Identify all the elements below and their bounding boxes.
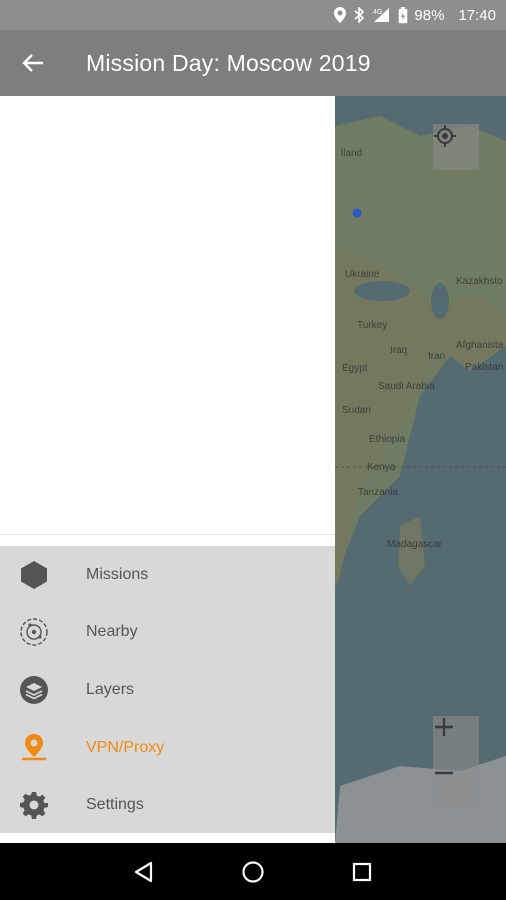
menu-item-layers[interactable]: Layers <box>0 661 335 719</box>
app-bar: Mission Day: Moscow 2019 <box>0 30 506 96</box>
battery-percentage: 98% <box>414 6 445 24</box>
recents-square-icon <box>352 862 371 881</box>
layers-icon <box>17 673 51 707</box>
map-label: Madagascar <box>387 539 443 550</box>
menu-item-label: Nearby <box>86 623 138 641</box>
map-label: Afghanista <box>456 340 504 351</box>
home-circle-icon <box>242 860 264 883</box>
gear-icon <box>17 788 51 822</box>
menu-item-label: Layers <box>86 680 135 698</box>
system-navigation-bar <box>0 843 506 900</box>
map-label: Ukraine <box>345 269 380 280</box>
map-label: Kazakhsto <box>456 276 503 287</box>
menu-item-missions[interactable]: Missions <box>0 546 335 604</box>
map-label: Kenya <box>367 462 396 473</box>
menu-item-label: VPN/Proxy <box>86 738 165 756</box>
map-label: Saudi Arabia <box>378 381 435 392</box>
battery-icon <box>398 6 408 24</box>
map-label: Egypt <box>342 363 368 374</box>
nearby-icon <box>17 615 51 649</box>
back-button[interactable] <box>0 30 66 96</box>
nav-recents-button[interactable] <box>342 852 382 892</box>
menu-item-settings[interactable]: Settings <box>0 776 335 834</box>
menu-item-label: Missions <box>86 565 149 583</box>
minus-icon <box>435 771 453 775</box>
menu-item-nearby[interactable]: Nearby <box>0 604 335 662</box>
signal-icon: 4G <box>372 7 390 23</box>
navigation-drawer: Missions Nearby Layers VPN/Proxy Setting… <box>0 96 335 843</box>
zoom-out-button[interactable] <box>433 762 479 808</box>
nav-back-button[interactable] <box>124 852 164 892</box>
menu-item-label: Settings <box>86 796 144 814</box>
map-label: Ethiopia <box>369 434 406 445</box>
bluetooth-icon <box>354 7 365 23</box>
page-title: Mission Day: Moscow 2019 <box>86 49 371 76</box>
crosshair-icon <box>434 125 456 147</box>
map-label: Iraq <box>390 345 408 356</box>
hexagon-icon <box>17 558 51 592</box>
back-triangle-icon <box>135 861 153 882</box>
map-label: Sudan <box>342 405 371 416</box>
location-icon <box>334 7 347 23</box>
nav-home-button[interactable] <box>233 852 273 892</box>
map-label: lland <box>341 148 363 159</box>
plus-icon <box>435 718 453 736</box>
zoom-in-button[interactable] <box>433 716 479 762</box>
my-location-button[interactable] <box>433 124 479 170</box>
map-label: Turkey <box>357 320 388 331</box>
arrow-left-icon <box>22 54 43 72</box>
map-label: Iran <box>428 351 446 362</box>
status-bar: 4G 98% 17:40 <box>0 0 506 30</box>
menu-item-vpn-proxy[interactable]: VPN/Proxy <box>0 719 335 777</box>
svg-text:4G: 4G <box>373 9 382 16</box>
map-label: Pakistan <box>465 362 504 373</box>
map-label: Tanzania <box>358 487 399 498</box>
drawer-divider <box>0 534 335 535</box>
drawer-menu: Missions Nearby Layers VPN/Proxy Setting… <box>0 546 335 833</box>
vpn-icon <box>17 731 51 765</box>
clock: 17:40 <box>458 6 496 24</box>
